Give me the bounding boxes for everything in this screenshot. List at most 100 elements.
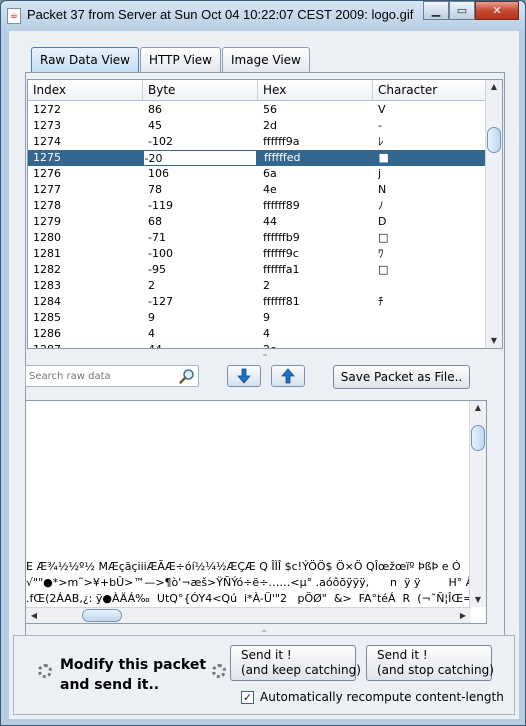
text-vertical-scrollbar[interactable]: ▲ ▼ [469, 401, 486, 607]
cell-index: 1284 [33, 295, 61, 308]
table-vertical-scrollbar[interactable]: ▲ ▼ [485, 80, 502, 348]
cell-hex: 44 [263, 215, 277, 228]
minimize-button[interactable]: ▁ [423, 1, 449, 20]
auto-recompute-checkbox[interactable]: ✓ [241, 690, 254, 704]
send-keep-catching-button[interactable]: Send it ! (and keep catching) [230, 645, 361, 681]
cell-hex: ffffffed [263, 151, 301, 164]
cell-hex: ffffff9c [263, 247, 299, 260]
cell-index: 1272 [33, 103, 61, 116]
cell-hex: 6a [263, 167, 277, 180]
table-row[interactable]: 1277 78 4e N [28, 182, 486, 198]
packet-window: ☕ Packet 37 from Server at Sun Oct 04 10… [0, 0, 526, 726]
text-scroll-down-arrow-icon[interactable]: ▼ [470, 593, 486, 607]
scroll-right-arrow-icon[interactable]: ▶ [455, 609, 471, 623]
raw-text-line: .fŒ(2ÁAB,¿: ÿ●ÀÄÁ‰ UtQ°{ÓY4<Qú i*À-Ü'"2 … [26, 592, 484, 605]
table-row[interactable]: 1281 -100 ffffff9c ﾜ [28, 246, 486, 262]
cell-hex: 2c [258, 342, 373, 348]
tab-image-view[interactable]: Image View [222, 47, 310, 72]
cell-character: ■ [378, 151, 389, 164]
tab-raw-data-view[interactable]: Raw Data View [31, 47, 139, 72]
find-next-button[interactable] [227, 365, 261, 387]
cell-byte: -71 [148, 231, 166, 244]
maximize-button[interactable]: ▭ [449, 1, 475, 20]
raw-text-line: √""●*>m˜>¥+bÛ>™—>¶ò'¬æš>ŸÑÝó÷ë÷……<µ° .aó… [26, 576, 478, 589]
table-row[interactable]: 1283 2 2 [28, 278, 486, 294]
table-row[interactable]: 1275 -20 ffffffed ■ [28, 150, 486, 166]
modify-packet-label: Modify this packet and send it.. [60, 657, 207, 693]
cell-hex: ffffff9a [263, 135, 300, 148]
cell-character: j [378, 167, 382, 180]
title-bar[interactable]: ☕ Packet 37 from Server at Sun Oct 04 10… [1, 1, 525, 31]
cell-hex: 2 [263, 279, 270, 292]
table-row[interactable]: 1286 4 4 [28, 326, 486, 342]
cell-hex: ffffffb9 [263, 231, 300, 244]
cell-byte: -127 [148, 295, 173, 308]
cell-index: 1273 [33, 119, 61, 132]
table-row[interactable]: 1274 -102 ffffff9a ﾚ [28, 134, 486, 150]
cell-character: N [378, 183, 387, 196]
cell-byte: 78 [148, 183, 162, 196]
table-row[interactable]: 1280 -71 ffffffb9 □ [28, 230, 486, 246]
magnifier-icon[interactable] [179, 368, 195, 384]
column-header-byte[interactable]: Byte [143, 80, 258, 101]
raw-text-line: Ε Æ¾½½º½ MÆçãçiiiÆÃÆ÷óí½¼½ÆÇÆ Q ÎÌÎ $c!Ý… [26, 560, 461, 573]
cell-index: 1281 [33, 247, 61, 260]
search-input[interactable] [29, 369, 174, 384]
table-row[interactable]: 1276 106 6a j [28, 166, 486, 182]
cell-hex: ffffff81 [263, 295, 300, 308]
column-header-character[interactable]: Character [373, 80, 486, 101]
cell-byte: 9 [148, 311, 155, 324]
cell-index: 1280 [33, 231, 61, 244]
split-pane-divider[interactable]: ═ [25, 353, 505, 359]
raw-text-area[interactable]: Ε Æ¾½½º½ MÆçãçiiiÆÃÆ÷óí½¼½ÆÇÆ Q ÎÌÎ $c!Ý… [25, 400, 487, 624]
send-stop-catching-button[interactable]: Send it ! (and stop catching) [366, 645, 494, 681]
bytes-table: Index Byte Hex Character 1272 86 56 V 1273 45… [27, 79, 503, 349]
text-scroll-thumb[interactable] [471, 425, 485, 451]
search-box[interactable] [25, 365, 199, 387]
cell-character: - [378, 119, 382, 132]
cell-character: ﾉ [378, 199, 384, 212]
cell-byte: 45 [148, 119, 162, 132]
view-tabs: Raw Data View HTTP View Image View [31, 47, 311, 72]
column-header-hex[interactable]: Hex [258, 80, 373, 101]
cell-index: 1278 [33, 199, 61, 212]
cell-character: □ [378, 263, 389, 276]
cell-index: 1282 [33, 263, 61, 276]
column-header-index[interactable]: Index [28, 80, 143, 101]
table-row[interactable]: 1285 9 9 [28, 310, 486, 326]
window-title: Packet 37 from Server at Sun Oct 04 10:2… [27, 7, 414, 22]
table-row[interactable]: 1284 -127 ffffff81 ﾁ [28, 294, 486, 310]
table-row[interactable]: 1272 86 56 V [28, 102, 486, 118]
scroll-down-arrow-icon[interactable]: ▼ [486, 334, 502, 348]
cell-index: 1283 [33, 279, 61, 292]
find-previous-button[interactable] [271, 365, 305, 387]
close-button[interactable]: ✕ [475, 1, 519, 20]
loading-spinner-icon [38, 664, 52, 678]
java-app-icon: ☕ [7, 8, 21, 24]
auto-recompute-option[interactable]: ✓ Automatically recompute content-length [241, 690, 504, 704]
text-horizontal-scrollbar[interactable]: ◀ ▶ [26, 607, 471, 623]
cell-character: V [378, 103, 386, 116]
table-header: Index Byte Hex Character [28, 80, 486, 101]
cell-byte: -102 [148, 135, 173, 148]
cell-index: 1277 [33, 183, 61, 196]
arrow-down-icon [237, 368, 251, 384]
text-scroll-up-arrow-icon[interactable]: ▲ [470, 401, 486, 415]
text-horizontal-scroll-thumb[interactable] [82, 609, 122, 622]
table-row[interactable]: 1273 45 2d - [28, 118, 486, 134]
cell-editor-input[interactable]: -20 [142, 150, 257, 166]
table-row[interactable]: 1278 -119 ffffff89 ﾉ [28, 198, 486, 214]
cell-index: 1279 [33, 215, 61, 228]
table-row[interactable]: 1282 -95 ffffffa1 □ [28, 262, 486, 278]
cell-hex: 4e [263, 183, 277, 196]
save-packet-button[interactable]: Save Packet as File.. [333, 365, 470, 389]
cell-index: 1286 [33, 327, 61, 340]
table-row[interactable]: 1279 68 44 D [28, 214, 486, 230]
tab-http-view[interactable]: HTTP View [140, 47, 221, 72]
scroll-up-arrow-icon[interactable]: ▲ [486, 80, 502, 94]
table-scroll-thumb[interactable] [487, 127, 501, 153]
table-row[interactable]: 1287442c [28, 342, 486, 348]
auto-recompute-label: Automatically recompute content-length [260, 690, 504, 704]
scroll-left-arrow-icon[interactable]: ◀ [26, 609, 42, 623]
cell-character: □ [378, 231, 389, 244]
